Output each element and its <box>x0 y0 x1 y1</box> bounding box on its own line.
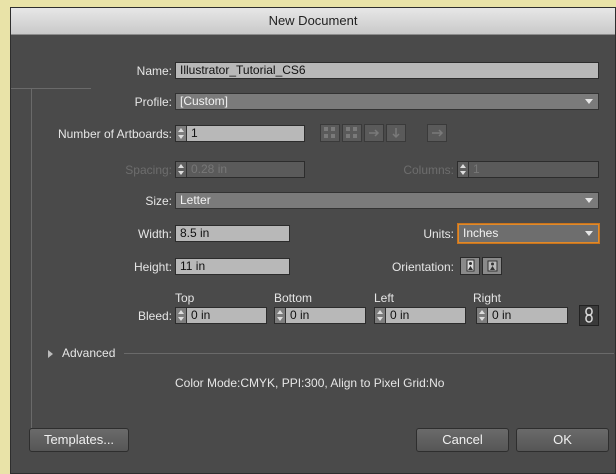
templates-button[interactable]: Templates... <box>29 428 129 452</box>
arrange-by-column-icon[interactable] <box>386 124 406 142</box>
orientation-label: Orientation: <box>391 260 454 274</box>
advanced-divider <box>124 353 614 354</box>
profile-label: Profile: <box>134 95 172 109</box>
bleed-left-value: 0 in <box>390 308 410 322</box>
stepper-arrows-icon[interactable] <box>458 162 469 177</box>
arrange-by-row-icon[interactable] <box>364 124 384 142</box>
profile-dropdown[interactable]: [Custom] <box>175 93 599 110</box>
grid-by-row-icon[interactable] <box>320 124 340 142</box>
columns-label: Columns: <box>403 163 454 177</box>
name-label: Name: <box>136 64 172 78</box>
bleed-top-stepper[interactable]: 0 in <box>175 307 267 324</box>
stepper-arrows-icon[interactable] <box>176 126 187 141</box>
bleed-right-value: 0 in <box>492 308 512 322</box>
grid-by-column-icon[interactable] <box>342 124 362 142</box>
spacing-label: Spacing: <box>125 163 172 177</box>
width-label: Width: <box>137 227 172 241</box>
stepper-arrows-icon[interactable] <box>375 308 386 323</box>
bleed-bottom-stepper[interactable]: 0 in <box>274 307 366 324</box>
stepper-arrows-icon[interactable] <box>275 308 286 323</box>
landscape-icon[interactable] <box>482 257 502 275</box>
stepper-arrows-icon[interactable] <box>477 308 488 323</box>
title-bar: New Document <box>11 8 615 35</box>
bleed-top-label: Top <box>175 291 195 305</box>
dialog-title: New Document <box>268 13 358 28</box>
bleed-right-label: Right <box>473 291 502 305</box>
chevron-down-icon <box>585 231 593 236</box>
chevron-down-icon <box>585 198 593 203</box>
columns-stepper[interactable]: 1 <box>457 161 599 178</box>
stepper-arrows-icon[interactable] <box>176 162 187 177</box>
name-input[interactable]: Illustrator_Tutorial_CS6 <box>175 62 599 79</box>
spacing-stepper[interactable]: 0.28 in <box>175 161 305 178</box>
bleed-left-label: Left <box>374 291 395 305</box>
profile-value: [Custom] <box>180 94 229 108</box>
disclosure-triangle-icon[interactable] <box>48 350 53 358</box>
bleed-top-value: 0 in <box>191 308 211 322</box>
stepper-arrows-icon[interactable] <box>176 308 187 323</box>
new-document-dialog: New Document Name: Illustrator_Tutorial_… <box>10 7 616 474</box>
portrait-icon[interactable] <box>460 257 480 275</box>
bleed-bottom-value: 0 in <box>290 308 310 322</box>
columns-value: 1 <box>473 162 480 176</box>
size-dropdown[interactable]: Letter <box>175 192 599 209</box>
advanced-toggle[interactable]: Advanced <box>62 346 115 360</box>
size-value: Letter <box>180 193 211 207</box>
ok-button[interactable]: OK <box>516 428 609 452</box>
units-label: Units: <box>423 227 454 241</box>
height-label: Height: <box>133 260 172 274</box>
height-input[interactable]: 11 in <box>175 258 290 275</box>
section-line-top-left <box>11 88 91 89</box>
bleed-left-stepper[interactable]: 0 in <box>374 307 466 324</box>
units-value: Inches <box>463 226 499 240</box>
bleed-right-stepper[interactable]: 0 in <box>476 307 568 324</box>
bleed-label: Bleed: <box>137 309 172 323</box>
width-input[interactable]: 8.5 in <box>175 225 290 242</box>
spacing-value: 0.28 in <box>191 162 228 176</box>
artboards-value: 1 <box>191 126 198 140</box>
link-icon[interactable] <box>579 305 599 326</box>
chevron-down-icon <box>585 99 593 104</box>
artboards-label: Number of Artboards: <box>57 127 172 141</box>
size-label: Size: <box>145 194 172 208</box>
cancel-button[interactable]: Cancel <box>416 428 509 452</box>
document-info-text: Color Mode:CMYK, PPI:300, Align to Pixel… <box>175 376 445 390</box>
right-to-left-icon[interactable] <box>427 124 447 142</box>
units-dropdown[interactable]: Inches <box>458 224 599 243</box>
bleed-bottom-label: Bottom <box>274 291 313 305</box>
artboards-stepper[interactable]: 1 <box>175 125 305 142</box>
